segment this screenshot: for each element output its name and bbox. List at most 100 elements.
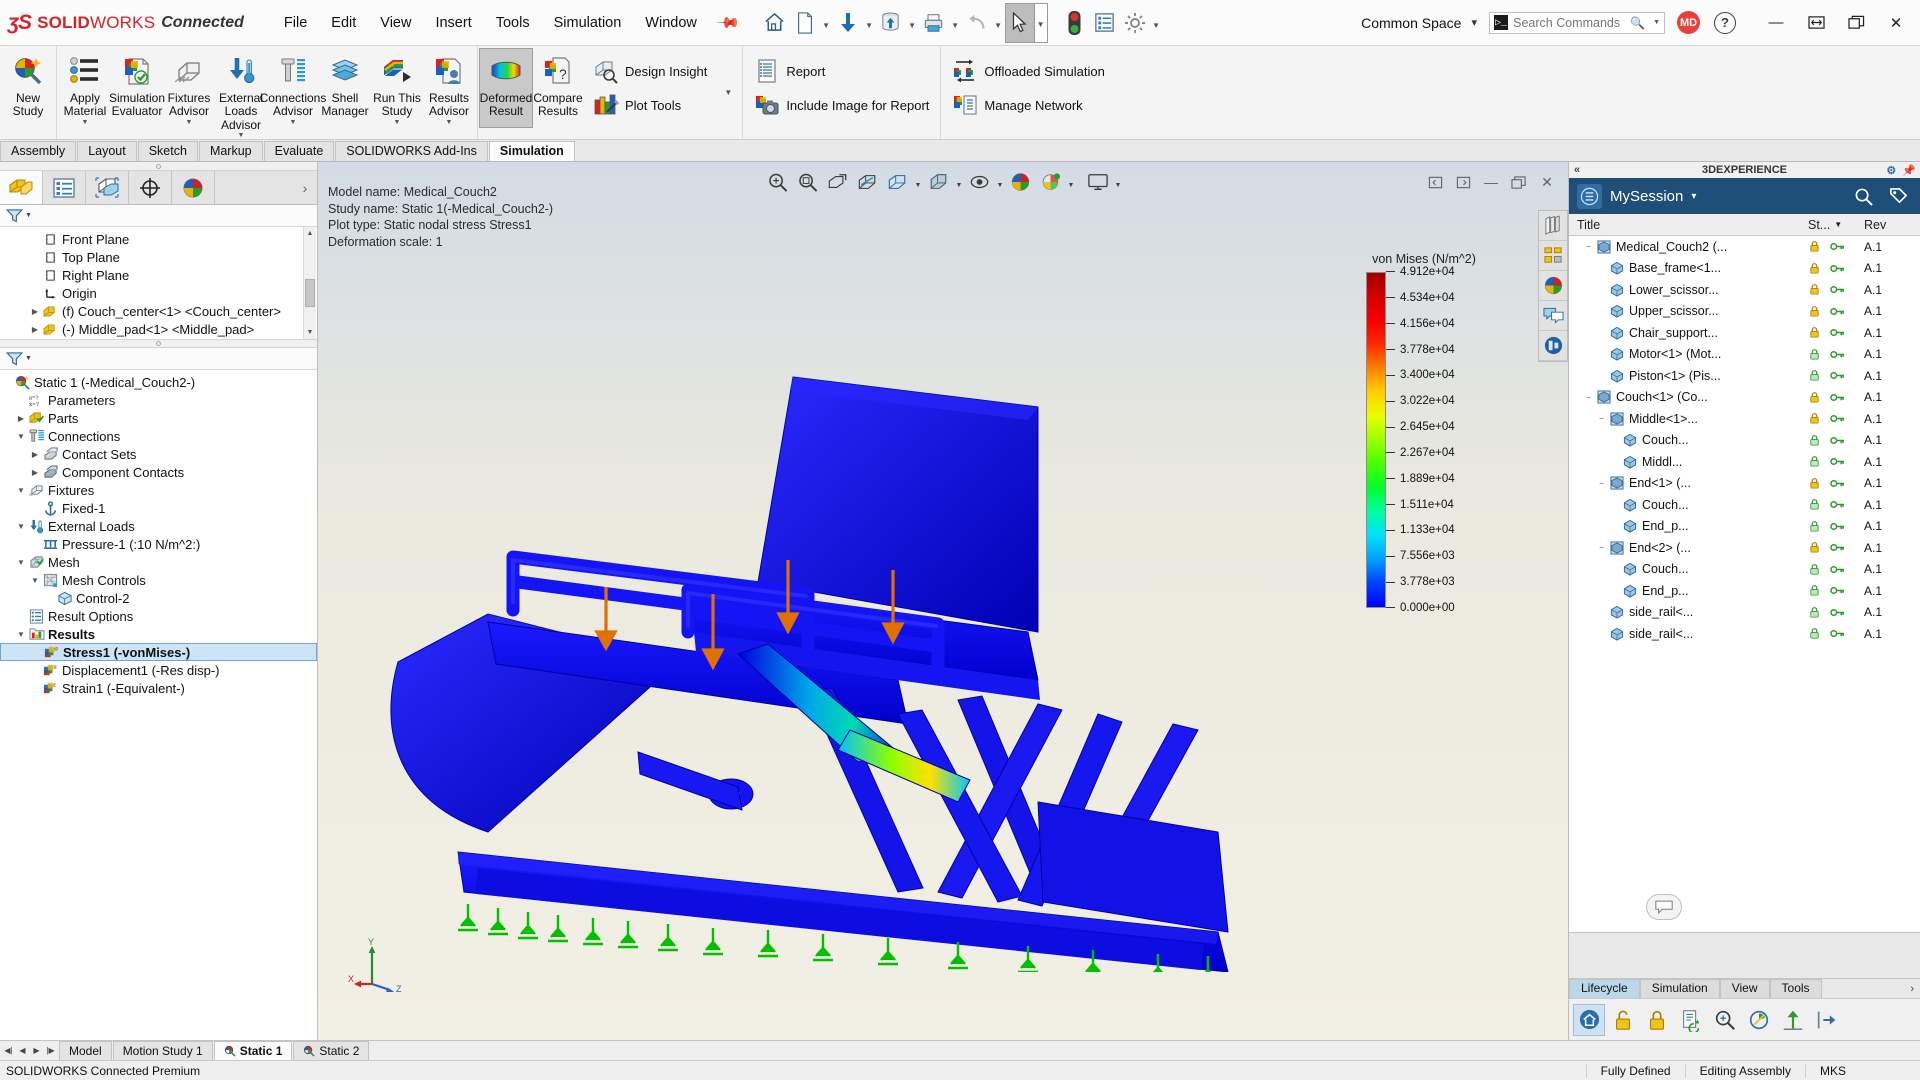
tab-nav-first-icon[interactable]: ◀| [2, 1046, 15, 1055]
tree-item-top-plane[interactable]: Top Plane [0, 248, 317, 266]
sim-tree-item-component-contacts[interactable]: ▶ Component Contacts [0, 463, 317, 481]
key-icon[interactable] [1830, 498, 1845, 511]
revision-caret-icon[interactable]: ▼ [906, 3, 919, 43]
view-orientation-icon[interactable] [883, 168, 913, 196]
menu-edit[interactable]: Edit [319, 10, 368, 36]
options-caret-icon[interactable]: ▼ [1150, 3, 1163, 43]
session-tree-row[interactable]: side_rail<... A.1 [1569, 623, 1920, 645]
session-tree-row[interactable]: End_p... A.1 [1569, 516, 1920, 538]
key-icon[interactable] [1830, 348, 1845, 361]
menu-insert[interactable]: Insert [423, 10, 483, 36]
tab-lifecycle[interactable]: Lifecycle [1569, 979, 1640, 998]
sim-tree-item-strain1-equivalent[interactable]: ε Strain1 (-Equivalent-) [0, 679, 317, 697]
help-icon[interactable]: ? [1714, 11, 1736, 34]
new-study-button[interactable]: New Study [2, 49, 54, 127]
key-icon[interactable] [1830, 455, 1845, 468]
tree-twisty[interactable]: ▼ [14, 630, 28, 639]
window-maximize-button[interactable] [1836, 0, 1876, 46]
session-tree-row[interactable]: Chair_support... A.1 [1569, 322, 1920, 344]
new-document-icon[interactable] [790, 3, 820, 43]
menu-file[interactable]: File [272, 10, 319, 36]
status-light-icon[interactable] [1060, 3, 1090, 43]
view-orientation-caret-icon[interactable]: ▼ [913, 168, 924, 196]
scroll-down-arrow-icon[interactable]: ▼ [304, 326, 316, 339]
tag-icon[interactable] [1889, 187, 1908, 206]
plot-tools-group-caret-icon[interactable]: ▼ [716, 88, 740, 97]
column-status[interactable]: St... [1808, 218, 1830, 232]
common-space-label[interactable]: Common Space [1357, 15, 1465, 31]
session-tree-row[interactable]: Lower_scissor... A.1 [1569, 279, 1920, 301]
save-caret-icon[interactable]: ▼ [863, 3, 876, 43]
session-tree-row[interactable]: Couch... A.1 [1569, 430, 1920, 452]
tree-item-couch-center[interactable]: ▶ (f) Couch_center<1> <Couch_center> [0, 302, 317, 320]
compare-icon[interactable] [1709, 1004, 1741, 1036]
tab-view-panel[interactable]: View [1719, 979, 1770, 998]
key-icon[interactable] [1830, 412, 1845, 425]
deformed-result-button[interactable]: Deformed Result [479, 48, 533, 128]
session-tree-row[interactable]: Motor<1> (Mot... A.1 [1569, 344, 1920, 366]
tree-twisty[interactable]: ▶ [28, 307, 42, 316]
comments-icon[interactable] [1539, 301, 1567, 331]
search-caret-icon[interactable]: ▼ [1653, 19, 1660, 26]
column-title[interactable]: Title [1569, 218, 1808, 232]
feature-tree-scrollbar[interactable]: ▲ ▼ [303, 227, 316, 339]
sim-tree-item-fixtures[interactable]: ▼ Fixtures [0, 481, 317, 499]
save-to-cloud-icon[interactable] [833, 3, 863, 43]
undo-icon[interactable] [962, 3, 992, 43]
session-tree-row[interactable]: Middl... A.1 [1569, 451, 1920, 473]
sim-tree-item-static-1-medical-couch2[interactable]: Static 1 (-Medical_Couch2-) [0, 373, 317, 391]
pin-icon[interactable]: 📌 [1902, 164, 1916, 177]
select-pointer-icon[interactable] [1004, 2, 1035, 43]
lock-icon[interactable] [1808, 240, 1821, 253]
simulation-filter-bar[interactable]: ▼ [0, 348, 317, 370]
fixtures-advisor-caret-icon[interactable]: ▼ [186, 119, 193, 129]
tree-twisty[interactable]: − [1595, 479, 1608, 488]
sim-tree-item-parts[interactable]: ▶ Parts [0, 409, 317, 427]
tree-twisty[interactable]: − [1582, 242, 1595, 251]
common-space-chevron-down-icon[interactable]: ▾ [1465, 16, 1489, 29]
tree-item-partial[interactable] [0, 338, 317, 339]
report-button[interactable]: Report [748, 54, 935, 88]
tab-assembly[interactable]: Assembly [0, 141, 77, 161]
run-this-study-caret-icon[interactable]: ▼ [394, 119, 401, 129]
display-style-caret-icon[interactable]: ▼ [954, 168, 965, 196]
lock-icon[interactable] [1808, 391, 1821, 404]
session-tree-row[interactable]: side_rail<... A.1 [1569, 602, 1920, 624]
tree-twisty[interactable]: − [1595, 543, 1608, 552]
lock-icon[interactable] [1808, 305, 1821, 318]
new-document-caret-icon[interactable]: ▼ [820, 3, 833, 43]
apply-material-button[interactable]: Apply Material ▼ [59, 49, 111, 129]
key-icon[interactable] [1830, 326, 1845, 339]
key-icon[interactable] [1830, 563, 1845, 576]
tree-twisty[interactable]: − [1582, 393, 1595, 402]
tab-nav-prev-icon[interactable]: ◀ [16, 1046, 29, 1055]
tab-layout[interactable]: Layout [77, 141, 137, 161]
compare-results-button[interactable]: ? Compare Results [532, 49, 584, 127]
sim-tree-item-contact-sets[interactable]: ▶ Contact Sets [0, 445, 317, 463]
maturity-icon[interactable] [1743, 1004, 1775, 1036]
tab-solidworks-addins[interactable]: SOLIDWORKS Add-Ins [335, 141, 488, 161]
revise-icon[interactable] [1675, 1004, 1707, 1036]
appearances-sphere-icon[interactable] [1539, 271, 1567, 301]
lock-icon[interactable] [1808, 541, 1821, 554]
demote-icon[interactable] [1811, 1004, 1843, 1036]
tree-twisty[interactable]: ▼ [28, 576, 42, 585]
plot-tools-button[interactable]: Plot Tools [587, 88, 713, 122]
key-icon[interactable] [1830, 283, 1845, 296]
sim-tree-item-stress1-vonmises[interactable]: σ Stress1 (-vonMises-) [0, 643, 317, 661]
sim-tree-item-control-2[interactable]: Control-2 [0, 589, 317, 607]
connections-advisor-button[interactable]: Connections Advisor ▼ [260, 49, 326, 129]
promote-icon[interactable] [1777, 1004, 1809, 1036]
bottom-tab-model[interactable]: Model [59, 1041, 112, 1060]
pin-icon[interactable]: 📌 [715, 10, 741, 35]
key-icon[interactable] [1830, 584, 1845, 597]
lock-icon[interactable] [1808, 412, 1821, 425]
hide-show-items-icon[interactable] [965, 168, 995, 196]
sim-tree-item-mesh-controls[interactable]: ▼ Mesh Controls [0, 571, 317, 589]
tab-nav-next-icon[interactable]: ▶ [30, 1046, 43, 1055]
feature-filter-bar[interactable]: ▼ [0, 205, 317, 227]
zoom-to-area-icon[interactable] [793, 168, 823, 196]
sim-tree-item-parameters[interactable]: a=? x=? Parameters [0, 391, 317, 409]
key-icon[interactable] [1830, 520, 1845, 533]
previous-view-icon[interactable] [823, 168, 853, 196]
